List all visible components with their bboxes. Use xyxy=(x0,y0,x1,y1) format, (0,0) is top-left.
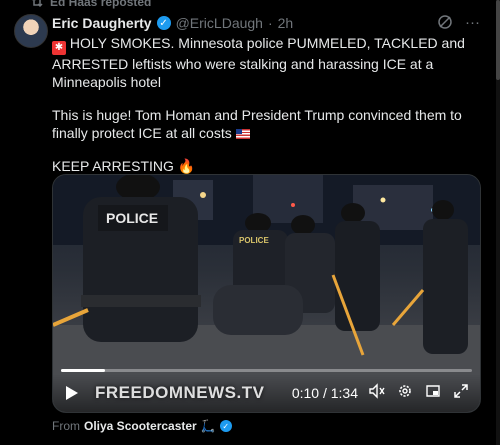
video-watermark: FREEDOMNEWS.TV xyxy=(95,383,265,402)
author-name[interactable]: Eric Daugherty xyxy=(52,15,152,31)
grok-icon[interactable] xyxy=(437,14,453,34)
us-flag-emoji-icon xyxy=(235,129,250,139)
tweet-line-2: This is huge! Tom Homan and President Tr… xyxy=(52,107,462,141)
source-author-name[interactable]: Oliya Scootercaster xyxy=(84,419,197,433)
verified-badge-small-icon: ✓ xyxy=(219,420,232,432)
from-prefix: From xyxy=(52,419,80,433)
fire-emoji-icon: 🔥 xyxy=(177,158,196,174)
picture-in-picture-icon[interactable] xyxy=(424,383,442,403)
play-icon[interactable] xyxy=(63,384,81,402)
separator-dot: · xyxy=(267,15,273,31)
settings-gear-icon[interactable] xyxy=(396,383,414,403)
fullscreen-icon[interactable] xyxy=(452,383,470,403)
video-progress-fill xyxy=(61,369,105,372)
repost-label: Ed Haas reposted xyxy=(50,0,152,9)
video-controls: FREEDOMNEWS.TV 0:10 / 1:34 xyxy=(53,374,480,412)
scooter-emoji-icon: 🛴 xyxy=(200,419,216,433)
siren-emoji-icon: ✱ xyxy=(52,41,66,55)
volume-muted-icon[interactable] xyxy=(368,383,386,403)
tweet-text: ✱ HOLY SMOKES. Minnesota police PUMMELED… xyxy=(52,34,472,190)
repost-indicator[interactable]: Ed Haas reposted xyxy=(30,0,151,10)
tweet-header: Eric Daugherty ✓ @EricLDaugh · 2h ··· xyxy=(52,14,480,32)
author-handle[interactable]: @EricLDaugh xyxy=(176,15,263,31)
tweet-line-3: KEEP ARRESTING xyxy=(52,158,174,174)
video-timecode: 0:10 / 1:34 xyxy=(291,385,358,401)
media-source-attribution: From Oliya Scootercaster 🛴 ✓ xyxy=(52,419,232,433)
scrollbar-thumb[interactable] xyxy=(496,0,500,80)
verified-badge-icon: ✓ xyxy=(156,16,171,30)
police-vest-label-2: POLICE xyxy=(239,236,269,245)
repost-icon xyxy=(30,0,44,8)
scrollbar[interactable] xyxy=(496,0,500,445)
tweet-line-1: HOLY SMOKES. Minnesota police PUMMELED, … xyxy=(52,35,465,90)
video-progress-bar[interactable] xyxy=(61,369,472,372)
avatar[interactable] xyxy=(14,14,48,48)
police-vest-label: POLICE xyxy=(106,210,158,226)
more-options-icon[interactable]: ··· xyxy=(465,14,480,34)
timestamp[interactable]: 2h xyxy=(278,15,294,31)
video-player[interactable]: POLICE POLICE FREEDOMNEWS.TV 0:10 / 1:34 xyxy=(52,174,481,413)
